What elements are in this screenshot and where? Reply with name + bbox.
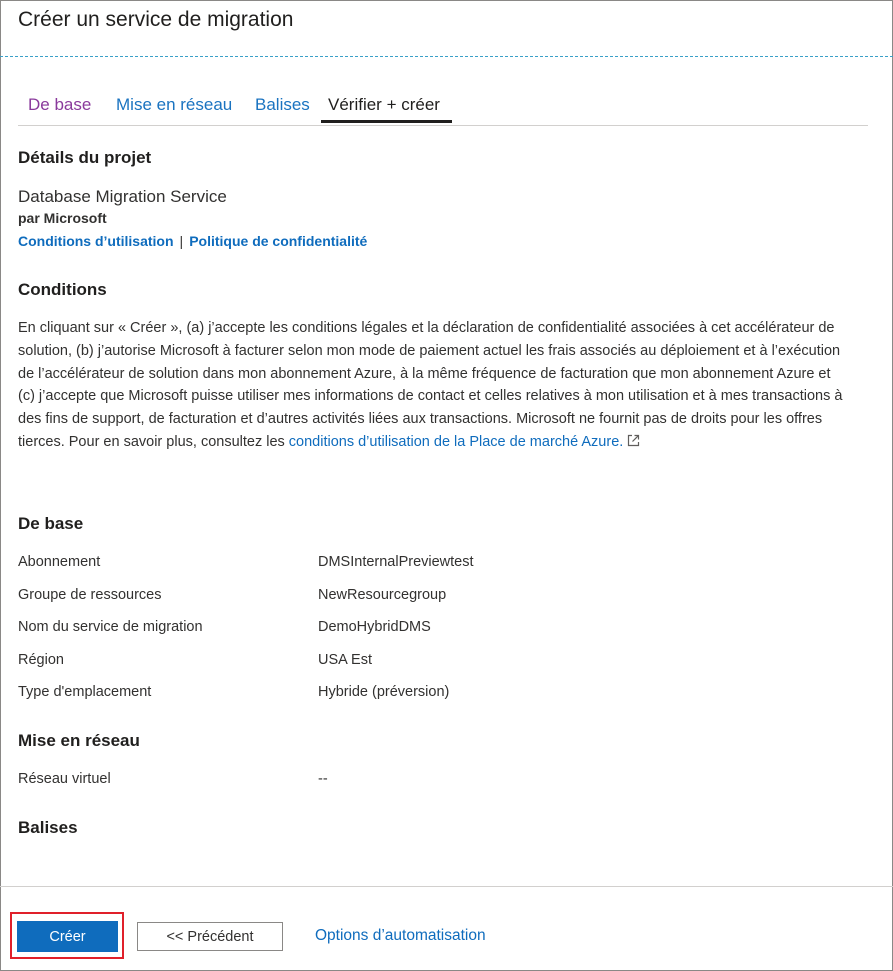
service-name-value: DemoHybridDMS [318,619,431,635]
blade-frame [0,0,893,971]
conditions-text: En cliquant sur « Créer », (a) j’accepte… [18,317,844,455]
subscription-value: DMSInternalPreviewtest [318,554,474,570]
region-label: Région [18,652,64,668]
tab-bar: De base Mise en réseau Balises Vérifier … [18,92,868,126]
tab-basics[interactable]: De base [28,95,91,115]
project-details-heading: Détails du projet [18,148,152,167]
active-tab-indicator [321,120,452,123]
virtual-network-label: Réseau virtuel [18,771,111,787]
automation-options-link[interactable]: Options d’automatisation [315,927,486,945]
subscription-label: Abonnement [18,554,101,570]
tags-heading: Balises [18,818,78,837]
privacy-policy-link[interactable]: Politique de confidentialité [189,233,367,249]
tab-review-create[interactable]: Vérifier + créer [328,95,440,115]
location-type-value: Hybride (préversion) [318,684,450,700]
link-separator: | [179,233,184,249]
resource-group-value: NewResourcegroup [318,587,447,603]
external-link-icon [627,432,640,455]
conditions-heading: Conditions [18,280,107,299]
legal-links: Conditions d’utilisation | Politique de co… [18,233,367,249]
region-value: USA Est [318,652,372,668]
service-name-label: Nom du service de migration [18,619,203,635]
previous-button[interactable]: << Précédent [137,922,283,951]
marketplace-terms-link[interactable]: conditions d’utilisation de la Place de … [289,434,624,450]
page-title: Créer un service de migration [18,8,294,31]
publisher-name: par Microsoft [18,210,107,226]
create-button[interactable]: Créer [17,921,118,952]
basics-heading: De base [18,514,84,533]
virtual-network-value: -- [318,771,328,787]
tab-networking[interactable]: Mise en réseau [116,95,232,115]
location-type-label: Type d'emplacement [18,684,152,700]
resource-group-label: Groupe de ressources [18,587,162,603]
footer-divider [0,886,893,887]
tab-tags[interactable]: Balises [255,95,310,115]
product-name: Database Migration Service [18,187,227,206]
conditions-body: En cliquant sur « Créer », (a) j’accepte… [18,320,843,450]
networking-heading: Mise en réseau [18,731,140,750]
terms-of-use-link[interactable]: Conditions d’utilisation [18,233,174,249]
header-divider [0,56,893,57]
